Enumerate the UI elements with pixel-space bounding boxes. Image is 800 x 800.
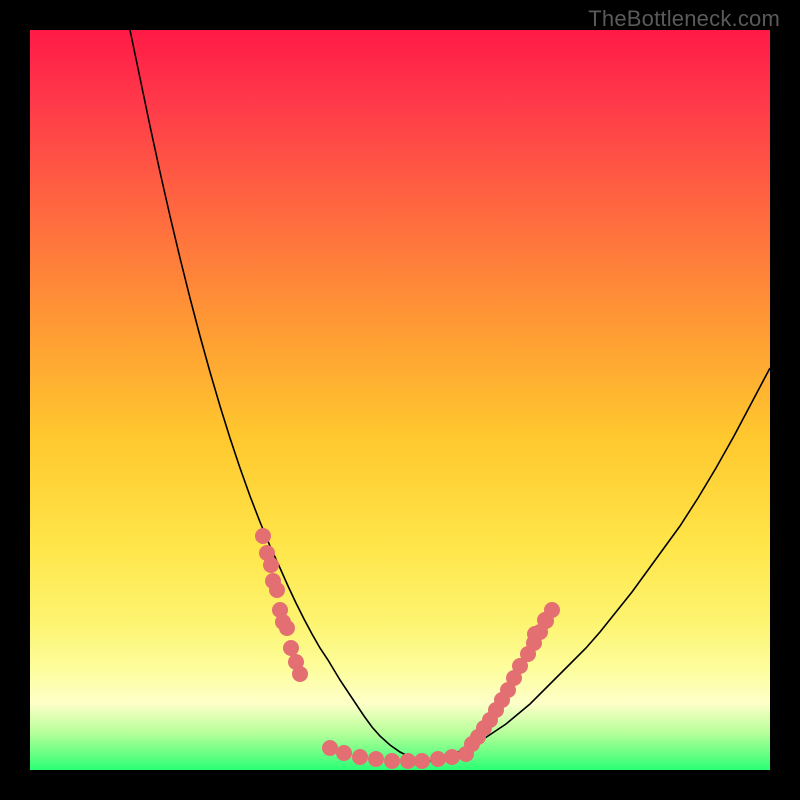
data-marker: [368, 751, 384, 767]
data-marker: [444, 749, 460, 765]
data-marker: [272, 602, 288, 618]
data-marker: [400, 753, 416, 769]
data-marker: [269, 582, 285, 598]
plot-area: [30, 30, 770, 770]
data-marker: [275, 614, 291, 630]
data-markers: [255, 528, 560, 769]
data-marker: [527, 626, 543, 642]
data-marker: [288, 654, 304, 670]
data-marker: [458, 746, 474, 762]
chart-frame: TheBottleneck.com: [0, 0, 800, 800]
data-marker: [500, 682, 516, 698]
chart-svg: [30, 30, 770, 770]
bottleneck-curve: [130, 30, 770, 761]
data-marker: [430, 751, 446, 767]
data-marker: [488, 702, 504, 718]
data-marker: [384, 753, 400, 769]
data-marker: [263, 557, 279, 573]
data-marker: [292, 666, 308, 682]
data-marker: [476, 720, 492, 736]
data-marker: [464, 736, 480, 752]
data-marker: [482, 712, 498, 728]
data-marker: [544, 602, 560, 618]
data-marker: [512, 658, 528, 674]
data-marker: [537, 612, 553, 628]
data-marker: [283, 640, 299, 656]
data-marker: [538, 613, 554, 629]
data-marker: [414, 753, 430, 769]
data-marker: [494, 692, 510, 708]
data-marker: [265, 573, 281, 589]
data-marker: [322, 740, 338, 756]
data-marker: [279, 620, 295, 636]
data-marker: [520, 646, 536, 662]
data-marker: [506, 670, 522, 686]
data-marker: [255, 528, 271, 544]
data-marker: [470, 729, 486, 745]
data-marker: [336, 745, 352, 761]
data-marker: [526, 635, 542, 651]
data-marker: [532, 624, 548, 640]
watermark: TheBottleneck.com: [588, 6, 780, 32]
data-marker: [352, 749, 368, 765]
data-marker: [259, 545, 275, 561]
